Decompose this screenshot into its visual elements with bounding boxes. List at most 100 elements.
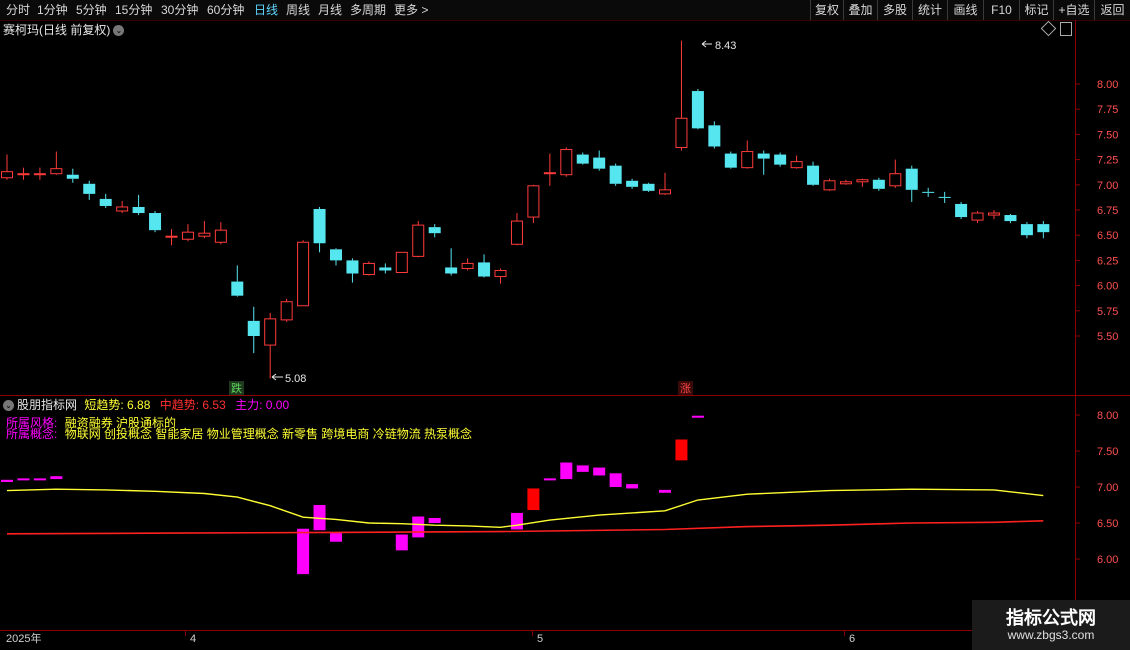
main-force-bar [576,465,589,472]
chevron-down-icon[interactable]: ⌄ [113,25,125,37]
candle [1004,214,1017,224]
short-trend-line [6,488,1044,529]
main-force-bar [593,467,606,476]
candle [116,200,129,214]
main-y-tick-label: 7.00 [1097,180,1118,192]
short-trend-value: 短趋势: 6.88 [84,398,151,412]
main-force-bar [527,488,540,511]
candle [445,248,458,276]
main-force-value: 主力: 0.00 [235,398,290,412]
back-button[interactable]: 返回 [1094,0,1130,20]
period-tab-daily[interactable]: 日线 [254,2,278,18]
main-force-bar [33,478,46,481]
candle [872,177,885,191]
indicator-y-tick-label: 6.50 [1097,518,1118,530]
period-tab-monthly[interactable]: 月线 [318,2,342,18]
candle [543,153,556,186]
period-tab-weekly[interactable]: 周线 [286,2,310,18]
main-force-bar [428,517,441,523]
candle [527,184,540,224]
indicator-y-tick-label: 7.50 [1097,446,1118,458]
signal-down-label: 跌 [231,381,242,395]
candle [313,206,326,253]
candle [675,40,688,151]
candle [510,213,523,246]
main-force-bar [313,505,326,531]
time-axis-jun: 6 [849,633,855,645]
candle [856,178,869,187]
main-force-bar [50,476,63,480]
panel-maximize-icon[interactable] [1060,22,1072,36]
candle [165,229,178,246]
diamond-icon[interactable] [1040,20,1057,37]
candle [1,154,13,180]
candle [971,211,984,224]
chevron-down-icon[interactable]: ⌄ [3,400,14,412]
indicator-y-tick-label: 8.00 [1097,410,1118,422]
stats-button[interactable]: 统计 [912,0,947,20]
candle [83,180,96,200]
time-axis-apr: 4 [190,633,196,645]
candle [576,152,589,165]
multi-stock-button[interactable]: 多股 [877,0,912,20]
stock-chart: 8.00 7.75 7.50 7.25 7.00 6.75 6.50 6.25 6.00 5.75… [0,20,1130,645]
candle [807,161,820,186]
candle [395,251,408,273]
concept-label: 所属概念: [6,427,58,441]
main-y-tick-label: 8.00 [1097,79,1118,91]
candle [790,155,803,169]
main-y-tick-label: 5.50 [1097,331,1118,343]
main-y-tick-label: 6.75 [1097,205,1118,217]
main-force-bar [626,484,639,489]
time-axis-year: 2025年 [6,631,41,645]
main-y-tick-label: 6.50 [1097,230,1118,242]
candle [708,121,721,149]
main-force-bar [297,528,310,575]
candle [1020,222,1033,239]
period-tab-more[interactable]: 更多 > [394,2,428,18]
main-force-bar [691,415,704,418]
candle [478,254,491,278]
watermark-badge: 指标公式网 www.zbgs3.com [972,600,1130,650]
main-y-tick-label: 7.25 [1097,155,1118,167]
f10-button[interactable]: F10 [983,0,1019,20]
period-tab-1min[interactable]: 1分钟 [37,2,68,18]
period-tab-intraday[interactable]: 分时 [6,2,30,18]
candle [33,167,46,180]
period-tab-multi[interactable]: 多周期 [350,2,386,18]
candle [659,172,671,195]
mark-button[interactable]: 标记 [1019,0,1053,20]
candle [379,263,392,274]
overlay-button[interactable]: 叠加 [843,0,877,20]
period-tab-30min[interactable]: 30分钟 [161,2,198,18]
period-tab-60min[interactable]: 60分钟 [207,2,244,18]
candle [642,182,655,192]
period-tab-15min[interactable]: 15分钟 [115,2,152,18]
candle [1037,221,1050,239]
candle [428,224,441,238]
candle [724,151,737,169]
main-force-bar [543,478,556,481]
adjust-button[interactable]: 复权 [810,0,843,20]
candle [17,167,30,180]
add-watchlist-button[interactable]: +自选 [1053,0,1094,20]
candle [905,165,918,202]
mid-trend-value: 中趋势: 6.53 [159,398,226,412]
main-y-tick-label: 6.25 [1097,255,1118,267]
candle [280,298,293,322]
concept-value: 物联网 创投概念 智能家居 物业管理概念 新零售 跨境电商 冷链物流 热泵概念 [64,427,473,441]
candle [66,168,79,183]
main-force-bar [675,439,688,461]
main-force-bar [560,462,573,480]
main-panel-title: 赛柯玛(日线 前复权) ⌄ [3,23,125,37]
draw-line-button[interactable]: 画线 [947,0,983,20]
period-tab-5min[interactable]: 5分钟 [76,2,107,18]
signal-up-label: 涨 [680,382,691,395]
indicator-name: 股朋指标网 [17,398,78,412]
candle [889,159,902,188]
period-toolbar: 分时 1分钟 5分钟 15分钟 30分钟 60分钟 日线 周线 月线 多周期 更… [0,0,1130,21]
candle [988,210,1000,220]
candle [823,178,836,191]
candle [99,193,112,208]
concept-row: 所属概念: 物联网 创投概念 智能家居 物业管理概念 新零售 跨境电商 冷链物流… [6,427,472,441]
